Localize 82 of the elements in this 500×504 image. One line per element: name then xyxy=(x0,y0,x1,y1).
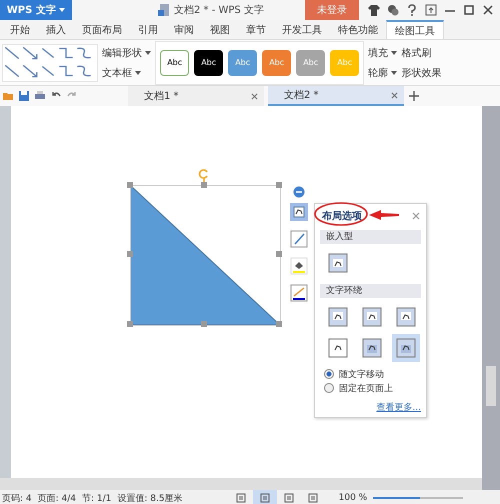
line-shape-icon[interactable] xyxy=(75,62,93,78)
restore-icon[interactable] xyxy=(424,3,438,17)
status-text: 设置值: 8.5厘米 xyxy=(117,492,183,504)
page-view-icon xyxy=(236,493,246,503)
line-shape-icon[interactable] xyxy=(75,44,93,60)
close-icon[interactable] xyxy=(391,92,398,98)
menu-tab[interactable]: 视图 xyxy=(202,20,238,39)
caret-icon xyxy=(391,50,398,55)
line-shape-icon[interactable] xyxy=(21,62,39,78)
edit-shape-icon[interactable] xyxy=(290,230,308,248)
shape-style-button[interactable]: Abc xyxy=(160,50,190,76)
maximize-icon[interactable] xyxy=(462,3,476,17)
collapse-icon[interactable] xyxy=(293,186,305,198)
menu-tab[interactable]: 页面布局 xyxy=(74,20,130,39)
document-tab[interactable]: 文档1 * xyxy=(128,86,264,106)
close-icon[interactable] xyxy=(481,3,495,17)
resize-handle[interactable] xyxy=(127,321,133,327)
document-tab[interactable]: 文档2 * xyxy=(268,86,404,106)
layout-options-icon[interactable] xyxy=(290,203,308,221)
shape-style-button[interactable]: Abc xyxy=(194,50,224,76)
menu-tab[interactable]: 特色功能 xyxy=(330,20,386,39)
menu-tab[interactable]: 审阅 xyxy=(166,20,202,39)
resize-handle[interactable] xyxy=(276,182,282,188)
page-view-icon xyxy=(308,493,318,503)
more-link[interactable]: 查看更多... xyxy=(320,401,421,414)
menu-tab[interactable]: 插入 xyxy=(38,20,74,39)
caret-icon xyxy=(391,70,398,75)
edit-shape-button[interactable]: 编辑形状 xyxy=(102,46,152,60)
move-option-radio[interactable]: 固定在页面上 xyxy=(320,381,421,395)
menu-tab[interactable]: 章节 xyxy=(238,20,274,39)
rotate-handle-icon[interactable] xyxy=(198,168,210,182)
status-text: 页面: 4/4 xyxy=(38,492,76,504)
section-heading: 嵌入型 xyxy=(320,230,421,244)
resize-handle[interactable] xyxy=(201,321,207,327)
menu-tab[interactable]: 绘图工具 xyxy=(386,20,444,39)
save-icon[interactable] xyxy=(18,90,30,102)
outline-pen-icon[interactable] xyxy=(290,284,308,302)
fill-button[interactable]: 填充 xyxy=(368,46,398,60)
add-tab-icon[interactable] xyxy=(408,90,420,102)
status-text: 节: 1/1 xyxy=(82,492,112,504)
text-box-button[interactable]: 文本框 xyxy=(102,66,152,80)
fill-bucket-icon[interactable] xyxy=(290,257,308,275)
document-icon xyxy=(157,3,171,17)
line-shape-icon[interactable] xyxy=(21,44,39,60)
resize-handle[interactable] xyxy=(201,182,207,188)
format-painter-button[interactable]: 格式刷 xyxy=(401,46,432,60)
caret-icon xyxy=(59,8,66,12)
outline-button[interactable]: 轮廓 xyxy=(368,66,398,80)
window-title: 文档2 * - WPS 文字 xyxy=(174,4,264,17)
resize-handle[interactable] xyxy=(127,182,133,188)
status-text: 页码: 4 xyxy=(2,492,32,504)
annotation-ellipse xyxy=(313,201,369,227)
line-shape-icon[interactable] xyxy=(3,62,21,78)
wrap-option[interactable] xyxy=(392,334,420,362)
caret-icon xyxy=(135,70,142,75)
arrow-icon xyxy=(369,210,399,220)
move-option-radio[interactable]: 随文字移动 xyxy=(320,367,421,381)
shape-effects-button[interactable]: 形状效果 xyxy=(401,66,442,80)
help-icon[interactable] xyxy=(405,3,419,17)
page-view-icon xyxy=(284,493,294,503)
chat-icon[interactable] xyxy=(386,3,400,17)
caret-icon xyxy=(145,50,152,55)
print-icon[interactable] xyxy=(34,90,46,102)
panel-title: 布局选项 xyxy=(322,210,362,223)
section-heading: 文字环绕 xyxy=(320,284,421,298)
line-shape-icon[interactable] xyxy=(3,44,21,60)
close-icon[interactable] xyxy=(251,92,258,100)
app-menu-button[interactable]: WPS 文字 xyxy=(0,0,72,20)
zoom-level: 100 % xyxy=(338,493,368,503)
vertical-scrollbar[interactable] xyxy=(482,106,500,490)
menu-tab[interactable]: 开始 xyxy=(0,20,38,39)
menu-tab[interactable]: 引用 xyxy=(130,20,166,39)
folder-icon[interactable] xyxy=(2,90,14,102)
resize-handle[interactable] xyxy=(127,251,133,257)
menu-tab[interactable]: 开发工具 xyxy=(274,20,330,39)
horizontal-scrollbar[interactable] xyxy=(0,478,482,490)
page-view-icon xyxy=(260,493,270,503)
shirt-icon[interactable] xyxy=(367,3,381,17)
resize-handle[interactable] xyxy=(276,251,282,257)
line-shapes-gallery[interactable] xyxy=(2,44,98,82)
resize-handle[interactable] xyxy=(276,321,282,327)
view-mode-button[interactable] xyxy=(252,490,277,504)
